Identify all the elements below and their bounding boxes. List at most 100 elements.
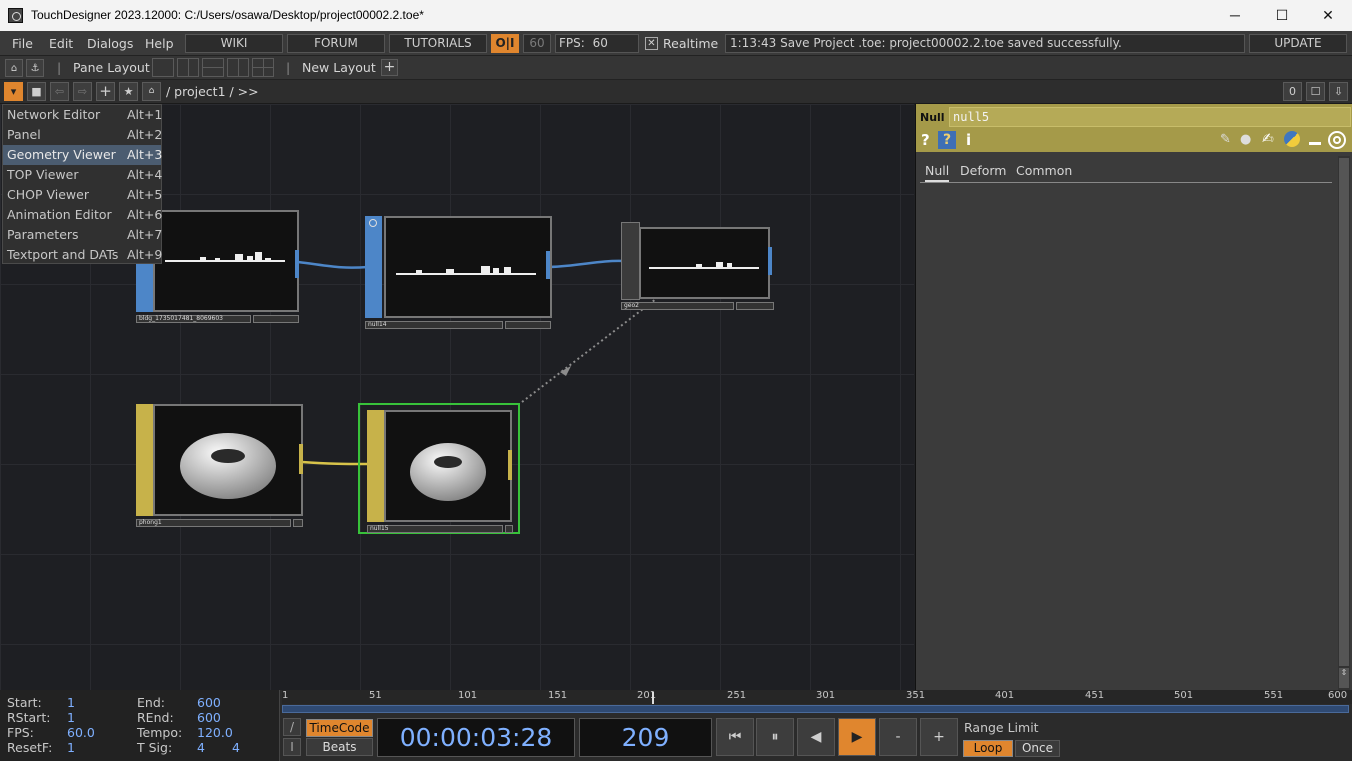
close-button[interactable]: ✕ [1305, 0, 1351, 31]
tick: 551 [1264, 690, 1284, 701]
play-button[interactable]: ▶ [838, 718, 876, 756]
timecode-display[interactable]: 00:00:03:28 [377, 718, 575, 757]
tab-common[interactable]: Common [1016, 163, 1072, 178]
layout-split-h[interactable] [202, 58, 224, 77]
param-tab-bar: Null Deform Common [920, 163, 1332, 183]
start-value[interactable]: 1 [67, 695, 75, 710]
menu-help[interactable]: Help [145, 36, 174, 51]
node-label-bldg[interactable]: bldg_1735017481_8069603 [136, 315, 251, 323]
step-back-button[interactable]: ◀ [797, 718, 835, 756]
menu-item-animation-editor[interactable]: Animation Editor Alt+6 [3, 205, 162, 225]
add-operator-icon[interactable]: + [96, 82, 115, 101]
home-icon[interactable]: ⌂ [142, 82, 161, 101]
param-header: Null null5 ? ? i ✎ ● ✍ [916, 104, 1352, 152]
rstart-label: RStart: [7, 710, 51, 725]
pane-counter[interactable]: 0 [1283, 82, 1302, 101]
fps-value[interactable]: 60.0 [67, 725, 95, 740]
comment-icon[interactable]: ● [1240, 132, 1251, 147]
menu-item-panel[interactable]: Panel Alt+2 [3, 125, 162, 145]
menu-item-geometry-viewer[interactable]: Geometry Viewer Alt+3 [3, 145, 162, 165]
network-path[interactable]: / project1 / >> [166, 84, 259, 99]
node-geo2[interactable]: geo2 [621, 222, 774, 310]
tick: 401 [995, 690, 1015, 701]
menu-edit[interactable]: Edit [49, 36, 73, 51]
wiki-button[interactable]: WIKI [185, 34, 283, 53]
tab-null[interactable]: Null [925, 163, 950, 182]
info-icon[interactable]: i [966, 131, 971, 149]
perform-mode-button[interactable]: O|I [491, 34, 519, 53]
layout-quad[interactable] [252, 58, 274, 77]
resetf-value[interactable]: 1 [67, 740, 75, 755]
minimize-button[interactable]: ─ [1212, 0, 1258, 31]
menu-file[interactable]: File [12, 36, 33, 51]
time-settings: Start: 1 End: 600 RStart: 1 REnd: 600 FP… [0, 690, 280, 761]
op-name-field[interactable]: null5 [949, 107, 1351, 127]
bookmark-star-icon[interactable]: ★ [119, 82, 138, 101]
layout-single[interactable] [152, 58, 174, 77]
edit-pencil-icon[interactable]: ✎ [1220, 132, 1231, 147]
tsig-value-b[interactable]: 4 [232, 740, 240, 755]
tick: 351 [906, 690, 926, 701]
forum-button[interactable]: FORUM [287, 34, 385, 53]
slash-button[interactable]: / [283, 718, 301, 736]
node-label-null14[interactable]: null14 [365, 321, 503, 329]
menu-dialogs[interactable]: Dialogs [87, 36, 133, 51]
param-scrollbar[interactable]: ⇕ [1338, 156, 1350, 690]
clipboard-icon[interactable]: ✍ [1262, 131, 1274, 147]
split-pane-icon[interactable]: ⇩ [1329, 82, 1348, 101]
node-phong1[interactable]: phong1 [136, 404, 304, 529]
realtime-checkbox[interactable]: ✕ [645, 37, 658, 50]
rend-value[interactable]: 600 [197, 710, 221, 725]
maximize-button[interactable]: ☐ [1259, 0, 1305, 31]
bar-button[interactable]: I [283, 738, 301, 756]
menu-item-top-viewer[interactable]: TOP Viewer Alt+4 [3, 165, 162, 185]
node-viewer [384, 216, 552, 318]
end-value[interactable]: 600 [197, 695, 221, 710]
pause-button[interactable]: ⏸ [756, 718, 794, 756]
once-toggle[interactable]: Once [1015, 740, 1060, 757]
forward-arrow-icon[interactable]: ⇨ [73, 82, 92, 101]
node-label-null15[interactable]: null15 [367, 525, 503, 533]
new-layout-button[interactable]: + [381, 59, 398, 76]
tab-deform[interactable]: Deform [960, 163, 1006, 178]
app-icon [8, 8, 23, 23]
tsig-value-a[interactable]: 4 [197, 740, 205, 755]
collapse-icon[interactable] [1309, 142, 1321, 145]
timecode-toggle[interactable]: TimeCode [306, 719, 373, 737]
beats-toggle[interactable]: Beats [306, 738, 373, 756]
fps-cap-field[interactable]: 60 [523, 34, 551, 53]
back-arrow-icon[interactable]: ⇦ [50, 82, 69, 101]
maximize-pane-icon[interactable]: ☐ [1306, 82, 1325, 101]
pane-menu-button[interactable]: ▾ [4, 82, 23, 101]
layout-split-v[interactable] [177, 58, 199, 77]
anchor-icon[interactable]: ⚓ [26, 59, 44, 77]
playhead[interactable] [652, 692, 654, 704]
menu-item-chop-viewer[interactable]: CHOP Viewer Alt+5 [3, 185, 162, 205]
pane-type-icon[interactable]: ■ [27, 82, 46, 101]
menu-item-network-editor[interactable]: Network Editor Alt+1 [3, 105, 162, 125]
frame-display[interactable]: 209 [579, 718, 712, 757]
menu-item-parameters[interactable]: Parameters Alt+7 [3, 225, 162, 245]
rewind-button[interactable]: ⏮ [716, 718, 754, 756]
layout-three[interactable] [227, 58, 249, 77]
python-help-icon[interactable]: ? [938, 131, 956, 149]
range-bar[interactable] [282, 705, 1349, 713]
node-label-geo2[interactable]: geo2 [621, 302, 734, 310]
update-button[interactable]: UPDATE [1249, 34, 1347, 53]
menu-item-textport[interactable]: Textport and DATs Alt+9 [3, 245, 162, 265]
help-icon[interactable]: ? [921, 131, 930, 149]
node-null14[interactable]: null14 [365, 216, 552, 331]
timeline-ruler[interactable]: 1 51 101 151 201 251 301 351 401 451 501… [282, 690, 1352, 704]
loop-toggle[interactable]: Loop [963, 740, 1013, 757]
node-mat-strip [367, 410, 384, 522]
target-icon[interactable] [1328, 131, 1346, 149]
pane-icon-a[interactable]: ⌂ [5, 59, 23, 77]
python-icon[interactable] [1284, 131, 1300, 147]
rstart-value[interactable]: 1 [67, 710, 75, 725]
increase-button[interactable]: + [920, 718, 958, 756]
tutorials-button[interactable]: TUTORIALS [389, 34, 487, 53]
decrease-button[interactable]: - [879, 718, 917, 756]
node-label-phong1[interactable]: phong1 [136, 519, 291, 527]
node-null15[interactable]: null15 [358, 403, 520, 534]
tempo-value[interactable]: 120.0 [197, 725, 233, 740]
